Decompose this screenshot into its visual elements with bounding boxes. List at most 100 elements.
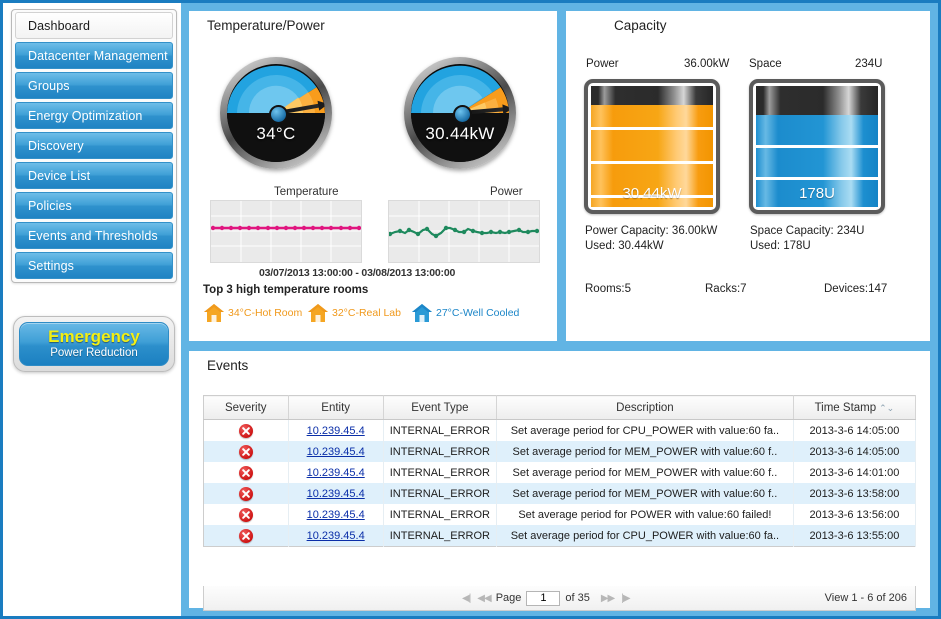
entity-link[interactable]: 10.239.45.4 — [307, 488, 365, 500]
power-gauge-bezel: 30.44kW — [404, 57, 516, 169]
temperature-chart-caption: Temperature — [274, 186, 339, 198]
temperature-gauge[interactable]: 34°C — [220, 57, 332, 169]
table-row[interactable]: 10.239.45.4 INTERNAL_ERROR Set average per… — [203, 504, 917, 525]
event-type-cell: INTERNAL_ERROR — [383, 504, 498, 525]
temperature-gauge-bezel: 34°C — [220, 57, 332, 169]
sidebar-item-groups[interactable]: Groups — [15, 72, 173, 99]
room-item-2[interactable]: 32°C-Real Lab — [307, 303, 401, 323]
table-row[interactable]: 10.239.45.4 INTERNAL_ERROR Set average per… — [203, 483, 917, 504]
table-row[interactable]: 10.239.45.4 INTERNAL_ERROR Set average per… — [203, 525, 917, 547]
house-icon — [308, 304, 328, 322]
description-cell: Set average period for MEM_POWER with va… — [496, 462, 794, 483]
entity-cell: 10.239.45.4 — [288, 441, 384, 462]
sidebar-item-energy-optimization[interactable]: Energy Optimization — [15, 102, 173, 129]
space-capacity-fill: 178U — [756, 114, 878, 207]
space-capacity-track: 178U — [756, 86, 878, 207]
page-label: Page — [495, 592, 522, 604]
room-item-1[interactable]: 34°C-Hot Room — [203, 303, 302, 323]
column-header-description[interactable]: Description — [496, 395, 794, 420]
emergency-power-reduction-button[interactable]: Emergency Power Reduction — [13, 316, 175, 372]
column-header-label: Time Stamp — [814, 401, 877, 414]
temperature-gauge-face: 34°C — [227, 64, 325, 162]
entity-cell: 10.239.45.4 — [288, 462, 384, 483]
sidebar-nav: Dashboard Datacenter Management Groups Ener… — [11, 9, 177, 283]
column-header-label: Event Type — [411, 401, 469, 414]
bar-separator — [756, 144, 878, 148]
events-table-body: 10.239.45.4 INTERNAL_ERROR Set average per… — [203, 419, 917, 547]
table-row[interactable]: 10.239.45.4 INTERNAL_ERROR Set average per… — [203, 419, 917, 441]
main-content: Temperature/Power 34°C 30.44kW Temperatu… — [181, 3, 938, 616]
emergency-subtitle: Power Reduction — [50, 347, 138, 359]
power-capacity-fill: 30.44kW — [591, 104, 713, 207]
next-page-button[interactable]: ▶▶ — [601, 593, 615, 604]
top3-rooms-label: Top 3 high temperature rooms — [203, 284, 369, 296]
power-gauge[interactable]: 30.44kW — [404, 57, 516, 169]
column-header-time-stamp[interactable]: Time Stamp ⌃⌄ — [793, 395, 917, 420]
event-type-cell: INTERNAL_ERROR — [383, 462, 498, 483]
temperature-power-tab[interactable]: Temperature/Power — [189, 11, 388, 41]
events-tab[interactable]: Events — [189, 351, 333, 381]
first-page-button[interactable]: ◀| — [462, 593, 471, 604]
entity-link[interactable]: 10.239.45.4 — [307, 530, 365, 542]
error-icon — [238, 465, 253, 480]
room-label-3: 27°C-Well Cooled — [436, 307, 520, 319]
time-range-label: 03/07/2013 13:00:00 - 03/08/2013 13:00:0… — [259, 267, 456, 279]
event-type-cell: INTERNAL_ERROR — [383, 483, 498, 504]
space-capacity-bar[interactable]: 178U — [749, 79, 885, 214]
entity-link[interactable]: 10.239.45.4 — [307, 467, 365, 479]
power-capacity-track: 30.44kW — [591, 86, 713, 207]
space-used-text: Used: 178U — [750, 240, 811, 252]
devices-stat: Devices:147 — [824, 283, 888, 295]
events-panel: Events Severity Entity Event Type Descripti… — [189, 351, 930, 611]
severity-cell — [203, 441, 289, 462]
pager-arrows-right: ▶▶ |▶ — [601, 593, 631, 604]
power-capacity-text: Power Capacity: 36.00kW — [585, 225, 718, 237]
room-label-1: 34°C-Hot Room — [228, 307, 303, 319]
sidebar-item-device-list[interactable]: Device List — [15, 162, 173, 189]
prev-page-button[interactable]: ◀◀ — [477, 593, 491, 604]
sort-toggle-icon[interactable]: ⌃⌄ — [879, 403, 894, 414]
error-icon — [238, 444, 253, 459]
view-range-label: View 1 - 6 of 206 — [824, 592, 907, 604]
power-used-text: Used: 30.44kW — [585, 240, 664, 252]
racks-stat: Racks:7 — [705, 283, 747, 295]
error-icon — [238, 528, 253, 543]
timestamp-cell: 2013-3-6 14:05:00 — [793, 419, 917, 441]
sidebar-item-dashboard[interactable]: Dashboard — [15, 12, 173, 39]
description-cell: Set average period for CPU_POWER with va… — [496, 525, 794, 547]
rooms-stat: Rooms:5 — [585, 283, 632, 295]
column-header-event-type[interactable]: Event Type — [383, 395, 498, 420]
sidebar-item-settings[interactable]: Settings — [15, 252, 173, 279]
capacity-tab[interactable]: Capacity — [566, 11, 765, 41]
sidebar-item-events-and-thresholds[interactable]: Events and Thresholds — [15, 222, 173, 249]
sidebar-item-discovery[interactable]: Discovery — [15, 132, 173, 159]
entity-link[interactable]: 10.239.45.4 — [307, 509, 365, 521]
power-capacity-bar[interactable]: 30.44kW — [584, 79, 720, 214]
last-page-button[interactable]: |▶ — [621, 593, 630, 604]
severity-cell — [203, 462, 289, 483]
severity-cell — [203, 504, 289, 525]
description-cell: Set average period for MEM_POWER with va… — [496, 441, 794, 462]
entity-link[interactable]: 10.239.45.4 — [307, 425, 365, 437]
severity-cell — [203, 525, 289, 547]
entity-cell: 10.239.45.4 — [288, 419, 384, 441]
error-icon — [238, 507, 253, 522]
sidebar-item-policies[interactable]: Policies — [15, 192, 173, 219]
entity-link[interactable]: 10.239.45.4 — [307, 446, 365, 458]
column-header-entity[interactable]: Entity — [288, 395, 384, 420]
page-number-input[interactable] — [526, 590, 561, 606]
capacity-body: Power 36.00kW Space 234U 30.44kW 178U Po… — [566, 41, 930, 341]
events-header-row: Severity Entity Event Type Description Time … — [203, 395, 917, 420]
space-capacity-value: 178U — [799, 185, 835, 202]
sidebar-item-datacenter-management[interactable]: Datacenter Management — [15, 42, 173, 69]
description-cell: Set average period for CPU_POWER with va… — [496, 419, 794, 441]
events-table-head: Severity Entity Event Type Description Time … — [203, 395, 917, 420]
column-header-severity[interactable]: Severity — [203, 395, 289, 420]
table-row[interactable]: 10.239.45.4 INTERNAL_ERROR Set average per… — [203, 441, 917, 462]
severity-cell — [203, 483, 289, 504]
timestamp-cell: 2013-3-6 14:05:00 — [793, 441, 917, 462]
temperature-sparkline — [210, 200, 362, 263]
table-row[interactable]: 10.239.45.4 INTERNAL_ERROR Set average per… — [203, 462, 917, 483]
room-item-3[interactable]: 27°C-Well Cooled — [411, 303, 519, 323]
power-gauge-value: 30.44kW — [425, 124, 495, 143]
